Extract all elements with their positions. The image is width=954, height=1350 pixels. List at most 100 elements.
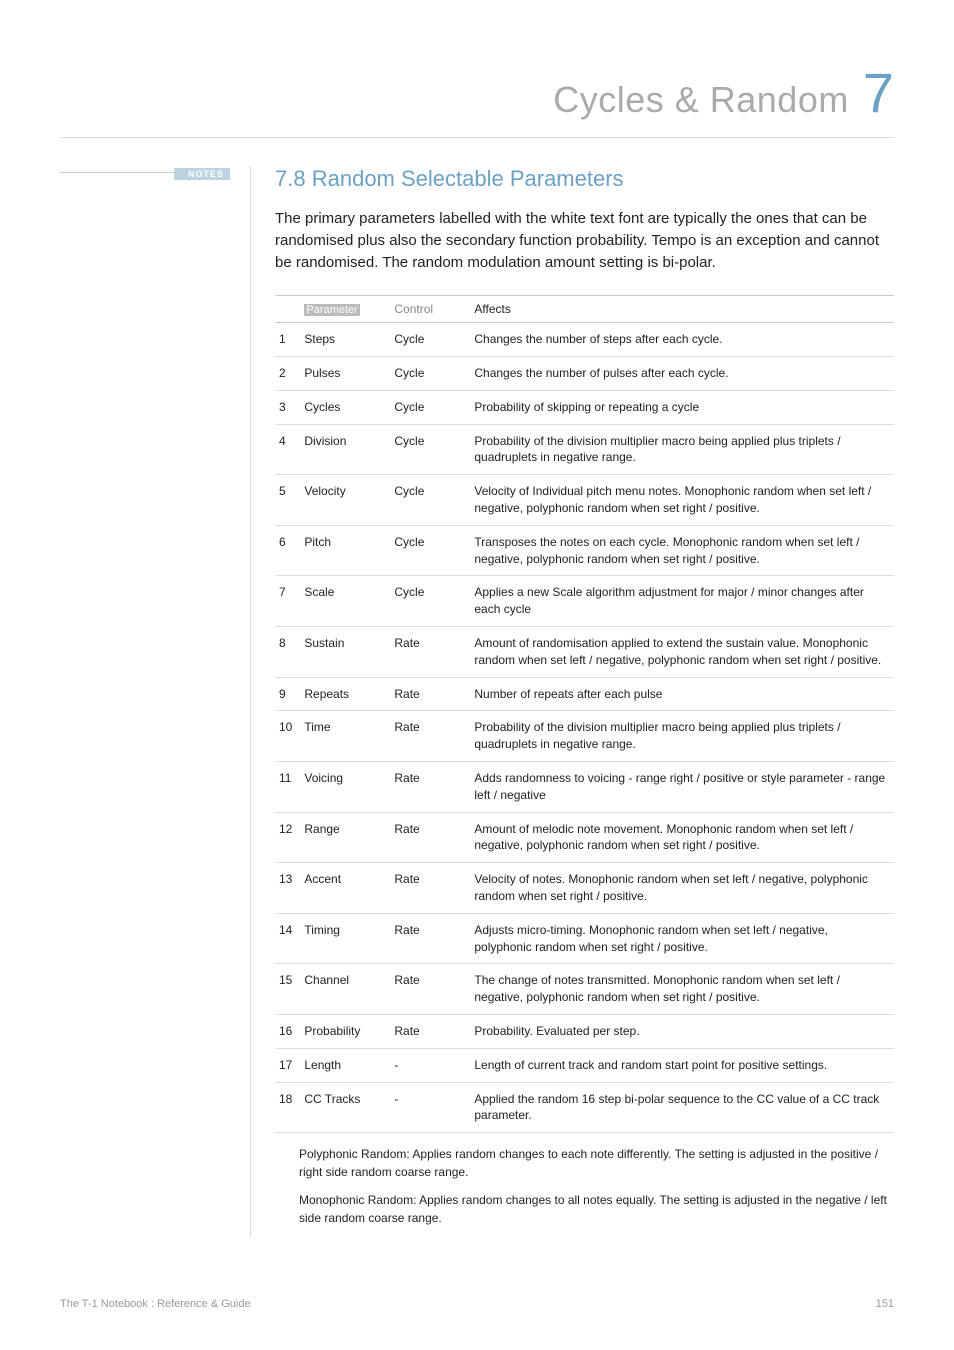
cell-affects: Amount of randomisation applied to exten… <box>470 627 894 678</box>
cell-control: Rate <box>390 1014 470 1048</box>
cell-parameter: Probability <box>300 1014 390 1048</box>
cell-affects: The change of notes transmitted. Monopho… <box>470 964 894 1015</box>
cell-affects: Velocity of Individual pitch menu notes.… <box>470 475 894 526</box>
cell-affects: Probability of skipping or repeating a c… <box>470 390 894 424</box>
cell-control: Rate <box>390 964 470 1015</box>
cell-affects: Adds randomness to voicing - range right… <box>470 762 894 813</box>
cell-parameter: Sustain <box>300 627 390 678</box>
cell-affects: Probability. Evaluated per step. <box>470 1014 894 1048</box>
legend-polyphonic: Polyphonic Random: Applies random change… <box>299 1145 894 1181</box>
cell-parameter: Steps <box>300 323 390 357</box>
col-control: Control <box>390 296 470 323</box>
cell-parameter: Repeats <box>300 677 390 711</box>
footer-right: 151 <box>876 1298 894 1310</box>
section-heading-text: Random Selectable Parameters <box>312 166 624 191</box>
cell-affects: Velocity of notes. Monophonic random whe… <box>470 863 894 914</box>
table-row: 15ChannelRateThe change of notes transmi… <box>275 964 894 1015</box>
table-row: 3CyclesCycleProbability of skipping or r… <box>275 390 894 424</box>
cell-control: Cycle <box>390 357 470 391</box>
table-row: 1StepsCycleChanges the number of steps a… <box>275 323 894 357</box>
notes-label: NOTES <box>174 168 230 180</box>
cell-control: Rate <box>390 762 470 813</box>
parameters-table: Parameter Control Affects 1StepsCycleCha… <box>275 295 894 1133</box>
cell-num: 9 <box>275 677 300 711</box>
cell-num: 18 <box>275 1082 300 1133</box>
page-footer: The T-1 Notebook : Reference & Guide 151 <box>60 1298 894 1310</box>
cell-control: Rate <box>390 677 470 711</box>
cell-control: - <box>390 1048 470 1082</box>
legend-monophonic: Monophonic Random: Applies random change… <box>299 1191 894 1227</box>
col-parameter: Parameter <box>300 296 390 323</box>
table-row: 17Length-Length of current track and ran… <box>275 1048 894 1082</box>
cell-parameter: Velocity <box>300 475 390 526</box>
cell-num: 17 <box>275 1048 300 1082</box>
header-title-group: Cycles & Random 7 <box>553 60 894 125</box>
table-row: 7ScaleCycleApplies a new Scale algorithm… <box>275 576 894 627</box>
cell-control: Cycle <box>390 576 470 627</box>
left-sidebar: NOTES <box>60 166 230 1237</box>
cell-affects: Probability of the division multiplier m… <box>470 424 894 475</box>
cell-parameter: Timing <box>300 913 390 964</box>
cell-parameter: Accent <box>300 863 390 914</box>
cell-num: 8 <box>275 627 300 678</box>
table-header-row: Parameter Control Affects <box>275 296 894 323</box>
cell-num: 10 <box>275 711 300 762</box>
cell-affects: Number of repeats after each pulse <box>470 677 894 711</box>
table-row: 13AccentRateVelocity of notes. Monophoni… <box>275 863 894 914</box>
cell-num: 3 <box>275 390 300 424</box>
table-row: 8SustainRateAmount of randomisation appl… <box>275 627 894 678</box>
table-row: 4DivisionCycleProbability of the divisio… <box>275 424 894 475</box>
cell-parameter: Division <box>300 424 390 475</box>
cell-num: 11 <box>275 762 300 813</box>
cell-parameter: Scale <box>300 576 390 627</box>
table-row: 10TimeRateProbability of the division mu… <box>275 711 894 762</box>
cell-control: Cycle <box>390 390 470 424</box>
table-row: 5VelocityCycleVelocity of Individual pit… <box>275 475 894 526</box>
cell-parameter: Pitch <box>300 525 390 576</box>
section-heading: 7.8 Random Selectable Parameters <box>275 166 894 192</box>
cell-control: Rate <box>390 627 470 678</box>
cell-parameter: Channel <box>300 964 390 1015</box>
cell-parameter: Time <box>300 711 390 762</box>
cell-affects: Applied the random 16 step bi-polar sequ… <box>470 1082 894 1133</box>
col-affects: Affects <box>470 296 894 323</box>
cell-num: 14 <box>275 913 300 964</box>
cell-control: Cycle <box>390 525 470 576</box>
table-row: 14TimingRateAdjusts micro-timing. Monoph… <box>275 913 894 964</box>
section-heading-prefix: 7.8 <box>275 166 306 191</box>
cell-control: Rate <box>390 913 470 964</box>
cell-affects: Applies a new Scale algorithm adjustment… <box>470 576 894 627</box>
cell-num: 2 <box>275 357 300 391</box>
table-row: 2PulsesCycleChanges the number of pulses… <box>275 357 894 391</box>
table-row: 9RepeatsRateNumber of repeats after each… <box>275 677 894 711</box>
footer-left: The T-1 Notebook : Reference & Guide <box>60 1298 251 1310</box>
cell-parameter: Length <box>300 1048 390 1082</box>
cell-affects: Transposes the notes on each cycle. Mono… <box>470 525 894 576</box>
cell-control: Cycle <box>390 475 470 526</box>
intro-paragraph: The primary parameters labelled with the… <box>275 208 894 273</box>
cell-parameter: Range <box>300 812 390 863</box>
cell-control: Cycle <box>390 424 470 475</box>
cell-control: Rate <box>390 863 470 914</box>
cell-control: Rate <box>390 711 470 762</box>
legend-block: Polyphonic Random: Applies random change… <box>275 1145 894 1227</box>
content-wrap: NOTES 7.8 Random Selectable Parameters T… <box>60 166 894 1237</box>
cell-parameter: Pulses <box>300 357 390 391</box>
cell-affects: Probability of the division multiplier m… <box>470 711 894 762</box>
cell-parameter: CC Tracks <box>300 1082 390 1133</box>
cell-num: 15 <box>275 964 300 1015</box>
cell-num: 16 <box>275 1014 300 1048</box>
cell-num: 7 <box>275 576 300 627</box>
table-row: 6PitchCycleTransposes the notes on each … <box>275 525 894 576</box>
col-num <box>275 296 300 323</box>
cell-parameter: Cycles <box>300 390 390 424</box>
table-row: 18CC Tracks-Applied the random 16 step b… <box>275 1082 894 1133</box>
page-header: Cycles & Random 7 <box>60 60 894 138</box>
col-parameter-label: Parameter <box>304 304 359 316</box>
cell-parameter: Voicing <box>300 762 390 813</box>
cell-control: Cycle <box>390 323 470 357</box>
cell-affects: Length of current track and random start… <box>470 1048 894 1082</box>
cell-num: 13 <box>275 863 300 914</box>
table-row: 12RangeRateAmount of melodic note moveme… <box>275 812 894 863</box>
cell-control: Rate <box>390 812 470 863</box>
